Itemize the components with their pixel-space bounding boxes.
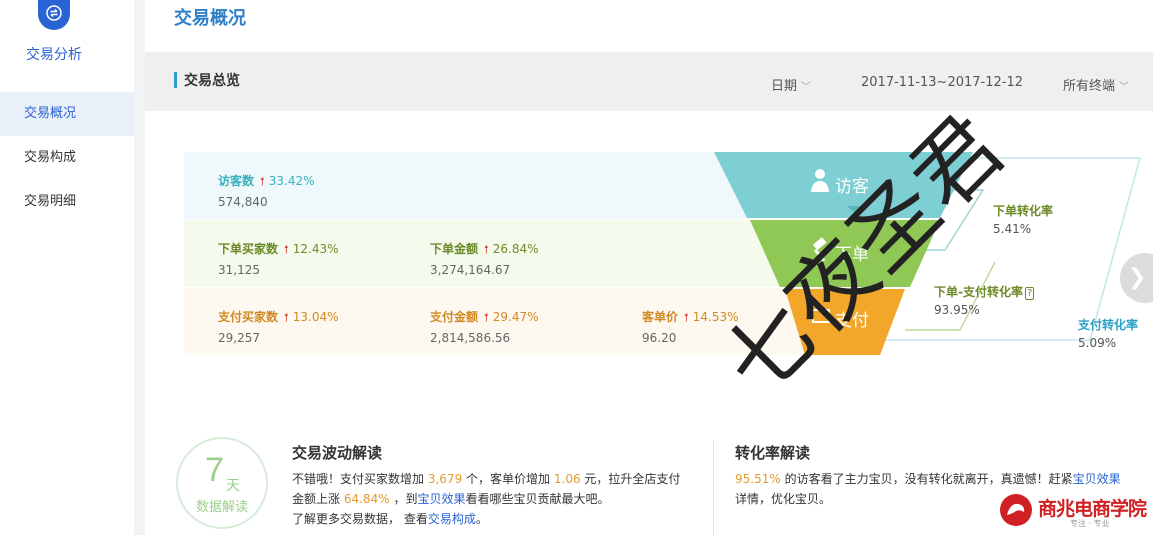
metric-label: 支付买家数 — [218, 310, 279, 324]
wave-text-part: 个，客单价增加 — [466, 472, 551, 486]
order-rate-value: 5.41% — [993, 222, 1032, 236]
item-effect-link[interactable]: 宝贝效果 — [417, 492, 465, 506]
wave-text-part: 金额上涨 — [292, 492, 341, 506]
order-pay-rate-label: 下单-支付转化率 — [934, 285, 1023, 299]
arrow-up-icon: 🠕 — [484, 243, 489, 256]
terminal-filter-label: 所有终端 — [1063, 79, 1116, 94]
metric-change: 13.04% — [292, 310, 339, 324]
sidebar: 交易分析 交易概况 交易构成 交易明细 — [0, 0, 134, 535]
metric-value: 29,257 — [218, 331, 260, 345]
metric-label: 下单买家数 — [218, 242, 279, 256]
metric-label: 下单金额 — [430, 242, 479, 256]
help-icon[interactable]: ? — [1024, 287, 1035, 300]
metric-value: 574,840 — [218, 195, 268, 209]
metric-value: 3,274,164.67 — [430, 263, 511, 277]
terminal-filter[interactable]: 所有终端 ﹀ — [1063, 75, 1129, 94]
visitors-metric: 访客数 🠕 33.42% 574,840 — [218, 172, 315, 209]
brand-name: 商兆电商学院 — [1038, 498, 1147, 520]
pay-rate: 支付转化率 5.09% — [1078, 316, 1138, 350]
arrow-up-icon: 🠕 — [284, 311, 289, 324]
sidebar-item-detail[interactable]: 交易明细 — [0, 180, 134, 224]
metric-label: 客单价 — [642, 310, 679, 324]
metric-label: 支付金额 — [430, 310, 479, 324]
exchange-icon — [38, 0, 70, 30]
chevron-down-icon: ﹀ — [801, 82, 812, 93]
section-header: 交易总览 日期 ﹀ 2017-11-13~2017-12-12 所有终端 ﹀ — [145, 52, 1153, 111]
wave-text-part: 元，拉升全店支付 — [584, 472, 681, 486]
pay-amount-metric: 支付金额 🠕 29.47% 2,814,586.56 — [430, 308, 539, 345]
wave-text-part: ，到 — [393, 492, 418, 506]
badge-text: 数据解读 — [195, 500, 248, 515]
section-title: 交易总览 — [184, 73, 240, 89]
order-pay-rate-value: 93.95% — [934, 303, 980, 317]
arrow-up-icon: 🠕 — [484, 311, 489, 324]
chevron-down-icon: ﹀ — [1119, 82, 1130, 93]
order-rate: 下单转化率 5.41% — [993, 202, 1053, 236]
pay-rate-value: 5.09% — [1078, 336, 1117, 350]
pay-rate-label: 支付转化率 — [1078, 318, 1139, 332]
badge-number: 7 — [205, 451, 224, 489]
order-pay-rate: 下单-支付转化率? 93.95% — [934, 283, 1035, 317]
sidebar-item-overview[interactable]: 交易概况 — [0, 92, 134, 136]
wave-text-part: 看看哪些宝贝贡献最大吧。 — [465, 492, 610, 506]
metric-value: 31,125 — [218, 263, 260, 277]
order-rate-label: 下单转化率 — [993, 204, 1054, 218]
order-amount-metric: 下单金额 🠕 26.84% 3,274,164.67 — [430, 240, 539, 277]
conv-text-part: 的访客看了主力宝贝，没有转化就离开，真遗憾！赶紧 — [784, 472, 1073, 486]
order-buyers-metric: 下单买家数 🠕 12.43% 31,125 — [218, 240, 339, 277]
main-panel: 交易概况 交易总览 日期 ﹀ 2017-11-13~2017-12-12 所有终端… — [145, 0, 1153, 535]
sidebar-item-composition[interactable]: 交易构成 — [0, 136, 134, 180]
trade-composition-link[interactable]: 交易构成 — [428, 512, 476, 526]
brand-logo-icon — [1000, 494, 1032, 526]
wave-title: 交易波动解读 — [292, 444, 383, 462]
wave-text: 不错哦！支付买家数增加 3,679 个，客单价增加 1.06 元，拉升全店支付 … — [292, 469, 697, 529]
brand-logo: 商兆电商学院 专注 · 专业 — [996, 492, 1153, 528]
item-effect-link[interactable]: 宝贝效果 — [1073, 472, 1121, 486]
amount-increase: 64.84% — [343, 492, 390, 506]
unit-price-increase: 1.06 — [553, 472, 581, 486]
wave-text-part: 查看 — [403, 512, 428, 526]
divider — [713, 440, 714, 535]
metric-change: 12.43% — [292, 242, 339, 256]
pay-buyers-metric: 支付买家数 🠕 13.04% 29,257 — [218, 308, 339, 345]
date-filter[interactable]: 日期 ﹀ — [771, 75, 811, 94]
conv-percent: 95.51% — [735, 472, 781, 486]
badge-unit: 天 — [226, 478, 240, 494]
metric-change: 29.47% — [492, 310, 539, 324]
arrow-up-icon: 🠕 — [284, 243, 289, 256]
metric-change: 33.42% — [268, 174, 315, 188]
buyer-increase: 3,679 — [427, 472, 463, 486]
metric-label: 访客数 — [218, 174, 255, 188]
brand-slogan: 专注 · 专业 — [1070, 519, 1110, 528]
sidebar-title: 交易分析 — [26, 47, 82, 63]
section-marker — [174, 72, 177, 88]
conv-title: 转化率解读 — [735, 444, 811, 462]
arrow-up-icon: 🠕 — [260, 175, 265, 188]
wave-text-part: 了解更多交易数据， — [292, 512, 401, 526]
metric-value: 2,814,586.56 — [430, 331, 511, 345]
arrow-up-icon: 🠕 — [684, 311, 689, 324]
page-title: 交易概况 — [174, 8, 246, 29]
wave-text-part: 不错哦！支付买家数增加 — [292, 472, 425, 486]
date-filter-label: 日期 — [771, 79, 798, 94]
7-day-badge: 7 天 数据解读 — [176, 437, 268, 529]
conv-text-part: 详情，优化宝贝。 — [735, 492, 832, 506]
metric-change: 26.84% — [492, 242, 539, 256]
wave-text-part: 。 — [475, 512, 488, 526]
